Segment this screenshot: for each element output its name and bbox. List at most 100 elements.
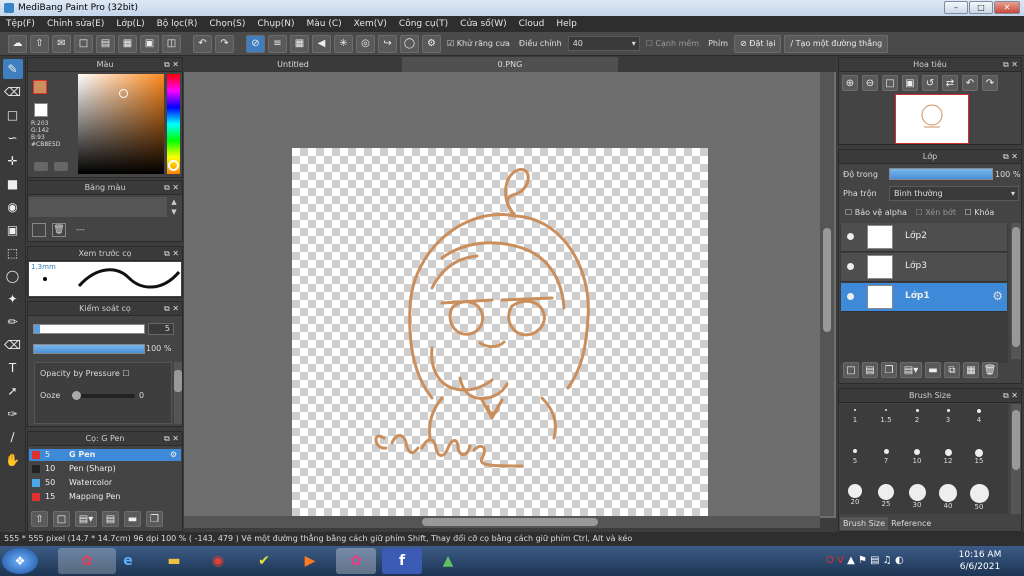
- layer-menu-icon[interactable]: ▤▾: [900, 362, 922, 378]
- snap-off-icon[interactable]: ⊘: [246, 34, 265, 53]
- layer-folder-icon[interactable]: ▬: [925, 362, 941, 378]
- zoom-in-icon[interactable]: ⊕: [842, 75, 858, 91]
- brush-tool-icon[interactable]: ✎: [2, 59, 23, 79]
- protect-alpha-checkbox[interactable]: ☐ Bảo vệ alpha: [845, 208, 907, 217]
- menu-view[interactable]: Xem(V): [348, 19, 393, 29]
- taskbar-media-icon[interactable]: ▶: [290, 548, 330, 574]
- eraser-tool-icon[interactable]: ⌫: [3, 82, 23, 102]
- eye-icon[interactable]: [847, 263, 854, 270]
- rotate-left-icon[interactable]: ↶: [962, 75, 978, 91]
- add-brush-icon[interactable]: ⇧: [31, 511, 48, 527]
- hue-slider[interactable]: [167, 74, 180, 174]
- tray-volume-icon[interactable]: ♫: [883, 555, 892, 566]
- ooze-slider[interactable]: [72, 391, 135, 400]
- grid-snap-icon[interactable]: ▦: [290, 34, 309, 53]
- new-layer-icon[interactable]: □: [843, 362, 859, 378]
- layer-scrollbar[interactable]: [1011, 223, 1021, 359]
- taskbar-folder-icon[interactable]: ▬: [154, 548, 194, 574]
- menu-window[interactable]: Cửa số(W): [454, 19, 512, 29]
- new-palette-icon[interactable]: [32, 223, 46, 237]
- brush-params-scrollbar[interactable]: [174, 362, 182, 424]
- soft-edge-checkbox[interactable]: ☐ Cạnh mềm: [643, 39, 702, 48]
- brush-size-5[interactable]: 5: [841, 449, 869, 465]
- ellipse-snap-icon[interactable]: ◯: [400, 34, 419, 53]
- clipping-checkbox[interactable]: ☐ Xén bớt: [915, 208, 955, 217]
- select-tool-icon[interactable]: ⬚: [3, 243, 23, 263]
- brush-file-icon[interactable]: ▤: [102, 511, 119, 527]
- dot-brush-tool-icon[interactable]: ∽: [3, 128, 23, 148]
- brush-item-g-pen[interactable]: 5 G Pen ⚙: [29, 449, 181, 461]
- duplicate-layer-icon[interactable]: ❐: [881, 362, 897, 378]
- brush-size-value[interactable]: 5: [148, 323, 174, 335]
- taskbar-chrome-icon[interactable]: ◉: [198, 548, 238, 574]
- brush-size-10[interactable]: 10: [903, 449, 931, 465]
- taskbar-ie-icon[interactable]: e: [108, 548, 148, 574]
- menu-select[interactable]: Chọn(S): [203, 19, 251, 29]
- delete-palette-icon[interactable]: 🗑: [52, 223, 66, 237]
- select-eraser-icon[interactable]: ⌫: [3, 335, 23, 355]
- brush-size-40[interactable]: 40: [934, 484, 962, 510]
- merge-layer-icon[interactable]: ⧉: [944, 362, 960, 378]
- lock-checkbox[interactable]: ☐ Khóa: [965, 208, 995, 217]
- lasso-tool-icon[interactable]: ◯: [3, 266, 23, 286]
- eye-icon[interactable]: [847, 233, 854, 240]
- layer-item-1[interactable]: Lớp1 ⚙: [841, 283, 1007, 312]
- color-picker-cursor[interactable]: [119, 89, 128, 98]
- antialias-checkbox[interactable]: ☑ Khử răng cưa: [444, 39, 513, 48]
- transparent-swatch[interactable]: [34, 103, 48, 117]
- brush-item-mapping-pen[interactable]: 15 Mapping Pen: [29, 491, 181, 503]
- operation-tool-icon[interactable]: ➚: [3, 381, 23, 401]
- blend-select[interactable]: Bình thường ▾: [889, 186, 1019, 201]
- clock[interactable]: 10:16 AM 6/6/2021: [950, 549, 1010, 573]
- main-color-swatch[interactable]: [33, 80, 47, 94]
- brush-settings-icon[interactable]: ⚙: [170, 449, 177, 461]
- minimize-button[interactable]: –: [944, 1, 968, 14]
- gradient-tool-icon[interactable]: ▣: [3, 220, 23, 240]
- brush-size-3[interactable]: 3: [934, 409, 962, 424]
- straight-line-button[interactable]: ∕ Tạo một đường thẳng: [784, 34, 889, 53]
- menu-snap[interactable]: Chụp(N): [251, 19, 300, 29]
- brush-size-20[interactable]: 20: [841, 484, 869, 506]
- remove-color-icon[interactable]: [54, 162, 68, 171]
- redo-icon[interactable]: ↷: [215, 34, 234, 53]
- bucket-tool-icon[interactable]: ◉: [3, 197, 23, 217]
- tray-power-icon[interactable]: ◐: [895, 555, 904, 566]
- taskbar-game-icon[interactable]: ▲: [428, 548, 468, 574]
- layer-opacity-slider[interactable]: [889, 168, 993, 180]
- brush-size-15[interactable]: 15: [965, 449, 993, 465]
- brush-menu-icon[interactable]: ▤▾: [75, 511, 97, 527]
- layer-settings-icon[interactable]: ⚙: [992, 289, 1003, 303]
- zoom-out-icon[interactable]: ⊖: [862, 75, 878, 91]
- add-color-icon[interactable]: [34, 162, 48, 171]
- maximize-button[interactable]: □: [969, 1, 993, 14]
- brush-folder-icon[interactable]: ▬: [124, 511, 141, 527]
- perspective-snap-icon[interactable]: ◀: [312, 34, 331, 53]
- rotate-icon[interactable]: ↺: [922, 75, 938, 91]
- share-icon[interactable]: ⇧: [30, 34, 49, 53]
- menu-help[interactable]: Help: [550, 19, 583, 29]
- menu-color[interactable]: Màu (C): [301, 19, 348, 29]
- rect-tool-icon[interactable]: □: [3, 105, 23, 125]
- cloud-icon[interactable]: ☁: [8, 34, 27, 53]
- curve-snap-icon[interactable]: ↪: [378, 34, 397, 53]
- taskbar-app-icon[interactable]: ✔: [244, 548, 284, 574]
- reset-button[interactable]: ⊘ Đặt lại: [734, 34, 782, 53]
- comment-icon[interactable]: ✉: [52, 34, 71, 53]
- layer-item-3[interactable]: Lớp3: [841, 253, 1007, 282]
- adjust-select[interactable]: 40 ▾: [567, 36, 640, 51]
- opacity-pressure-checkbox[interactable]: ☐: [122, 369, 129, 378]
- canvas-horizontal-scrollbar[interactable]: [184, 516, 820, 528]
- brush-size-1[interactable]: 1: [841, 409, 869, 424]
- brush-size-2[interactable]: 2: [903, 409, 931, 424]
- delete-layer-icon[interactable]: 🗑: [982, 362, 998, 378]
- text-tool-icon[interactable]: T: [3, 358, 23, 378]
- brush-size-25[interactable]: 25: [872, 484, 900, 508]
- menu-edit[interactable]: Chỉnh sửa(E): [41, 19, 110, 29]
- opacity-slider[interactable]: [33, 344, 145, 354]
- snap-settings-icon[interactable]: ⚙: [422, 34, 441, 53]
- menu-layer[interactable]: Lớp(L): [110, 19, 150, 29]
- layer-property-icon[interactable]: ▦: [963, 362, 979, 378]
- saturation-value-picker[interactable]: [78, 74, 164, 174]
- tray-network-icon[interactable]: ▲: [847, 555, 855, 566]
- brush-size-50[interactable]: 50: [965, 484, 993, 511]
